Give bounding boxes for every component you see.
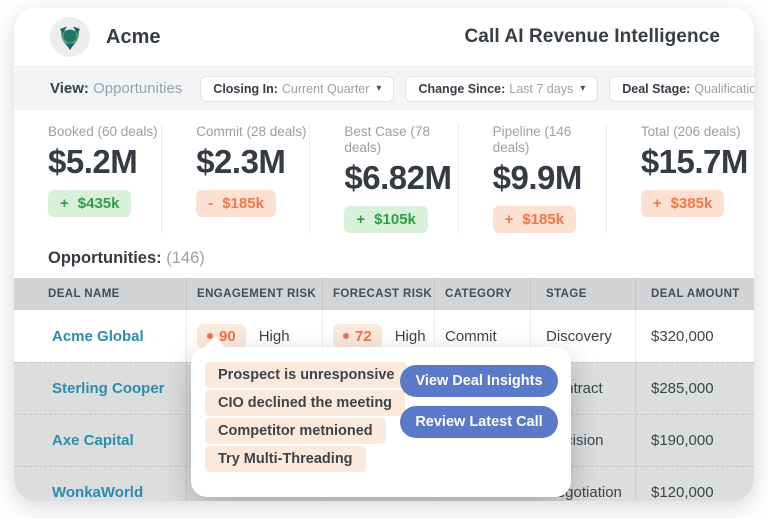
metric-value: $6.82M <box>344 159 457 197</box>
dashboard-card: Acme Call AI Revenue Intelligence View: … <box>14 8 754 501</box>
change-since-label: Change Since: <box>418 82 505 96</box>
amount-cell: $320,000 <box>635 310 754 362</box>
col-header-category: CATEGORY <box>434 278 530 310</box>
col-header-deal-amount: DEAL AMOUNT <box>635 278 754 310</box>
metric-value: $9.9M <box>493 159 606 197</box>
amount-cell: $285,000 <box>635 363 754 414</box>
deal-stage-dropdown[interactable]: Deal Stage: Qualification (+14) ▾ <box>609 76 754 102</box>
metric-delta-badge: + $185k <box>493 206 576 233</box>
metric-label: Best Case (78 deals) <box>344 124 457 156</box>
risk-tag: Try Multi-Threading <box>205 446 366 472</box>
delta-sign: - <box>208 195 213 212</box>
deal-stage-label: Deal Stage: <box>622 82 690 96</box>
delta-sign: + <box>505 211 514 228</box>
metric-value: $2.3M <box>196 143 309 181</box>
page-title: Call AI Revenue Intelligence <box>464 26 720 48</box>
filter-bar: View: Opportunities Closing In: Current … <box>14 66 754 110</box>
metrics-row: Booked (60 deals) $5.2M + $435k Commit (… <box>14 110 754 245</box>
risk-level: High <box>395 328 426 345</box>
delta-amount: $385k <box>671 195 713 212</box>
col-header-engagement-risk: ENGAGEMENT RISK <box>186 278 322 310</box>
metric-delta-badge: + $105k <box>344 206 427 233</box>
amount-cell: $120,000 <box>635 467 754 501</box>
delta-sign: + <box>356 211 365 228</box>
closing-in-value: Current Quarter <box>282 82 370 96</box>
metric-label: Pipeline (146 deals) <box>493 124 606 156</box>
popup-buttons: View Deal Insights Review Latest Call <box>400 365 558 438</box>
chevron-down-icon: ▾ <box>376 84 381 94</box>
metric-value: $5.2M <box>48 143 161 181</box>
deal-link[interactable]: Sterling Cooper <box>52 380 165 397</box>
col-header-forecast-risk: FORECAST RISK <box>322 278 434 310</box>
risk-donut-icon <box>343 333 349 339</box>
review-latest-call-button[interactable]: Review Latest Call <box>400 406 558 438</box>
chevron-down-icon: ▾ <box>580 84 585 94</box>
delta-amount: $185k <box>522 211 564 228</box>
opportunities-count: (146) <box>166 249 205 267</box>
risk-tag: Competitor metnioned <box>205 418 386 444</box>
amount-cell: $190,000 <box>635 415 754 466</box>
risk-score: 72 <box>355 328 372 345</box>
delta-amount: $435k <box>78 195 120 212</box>
closing-in-dropdown[interactable]: Closing In: Current Quarter ▾ <box>200 76 394 102</box>
metric-label: Commit (28 deals) <box>196 124 309 140</box>
metric-label: Total (206 deals) <box>641 124 754 140</box>
view-deal-insights-button[interactable]: View Deal Insights <box>400 365 558 397</box>
metric-delta-badge: - $185k <box>196 190 276 217</box>
change-since-value: Last 7 days <box>509 82 573 96</box>
change-since-dropdown[interactable]: Change Since: Last 7 days ▾ <box>405 76 598 102</box>
deal-link[interactable]: WonkaWorld <box>52 484 143 501</box>
metric-commit: Commit (28 deals) $2.3M - $185k <box>161 124 309 233</box>
view-label: View: <box>50 80 89 97</box>
app-header: Acme Call AI Revenue Intelligence <box>14 8 754 66</box>
view-selector: View: Opportunities <box>50 80 182 97</box>
company-logo-icon <box>50 17 90 57</box>
company-name: Acme <box>106 26 160 49</box>
risk-insights-popup: Prospect is unresponsive CIO declined th… <box>191 347 571 497</box>
forecast-risk-pill[interactable]: 72 <box>333 324 382 349</box>
metric-best-case: Best Case (78 deals) $6.82M + $105k <box>309 124 457 233</box>
deal-link[interactable]: Acme Global <box>52 328 144 345</box>
opportunities-label: Opportunities: <box>48 249 162 267</box>
risk-level: High <box>259 328 290 345</box>
metric-delta-badge: + $385k <box>641 190 724 217</box>
metric-delta-badge: + $435k <box>48 190 131 217</box>
deal-link[interactable]: Axe Capital <box>52 432 134 449</box>
metric-booked: Booked (60 deals) $5.2M + $435k <box>14 124 161 233</box>
view-value: Opportunities <box>93 80 182 97</box>
delta-amount: $185k <box>222 195 264 212</box>
metric-label: Booked (60 deals) <box>48 124 161 140</box>
metric-value: $15.7M <box>641 143 754 181</box>
metric-total: Total (206 deals) $15.7M + $385k <box>606 124 754 233</box>
table-header-row: DEAL NAME ENGAGEMENT RISK FORECAST RISK … <box>14 278 754 310</box>
delta-amount: $105k <box>374 211 416 228</box>
risk-tag: CIO declined the meeting <box>205 390 405 416</box>
closing-in-label: Closing In: <box>213 82 278 96</box>
col-header-stage: STAGE <box>530 278 635 310</box>
col-header-deal-name: DEAL NAME <box>14 278 186 310</box>
metric-pipeline: Pipeline (146 deals) $9.9M + $185k <box>458 124 606 233</box>
opportunities-heading: Opportunities: (146) <box>14 245 754 278</box>
delta-sign: + <box>653 195 662 212</box>
delta-sign: + <box>60 195 69 212</box>
deal-stage-value: Qualification (+14) <box>694 82 754 96</box>
risk-score: 90 <box>219 328 236 345</box>
risk-tag: Prospect is unresponsive <box>205 362 407 388</box>
